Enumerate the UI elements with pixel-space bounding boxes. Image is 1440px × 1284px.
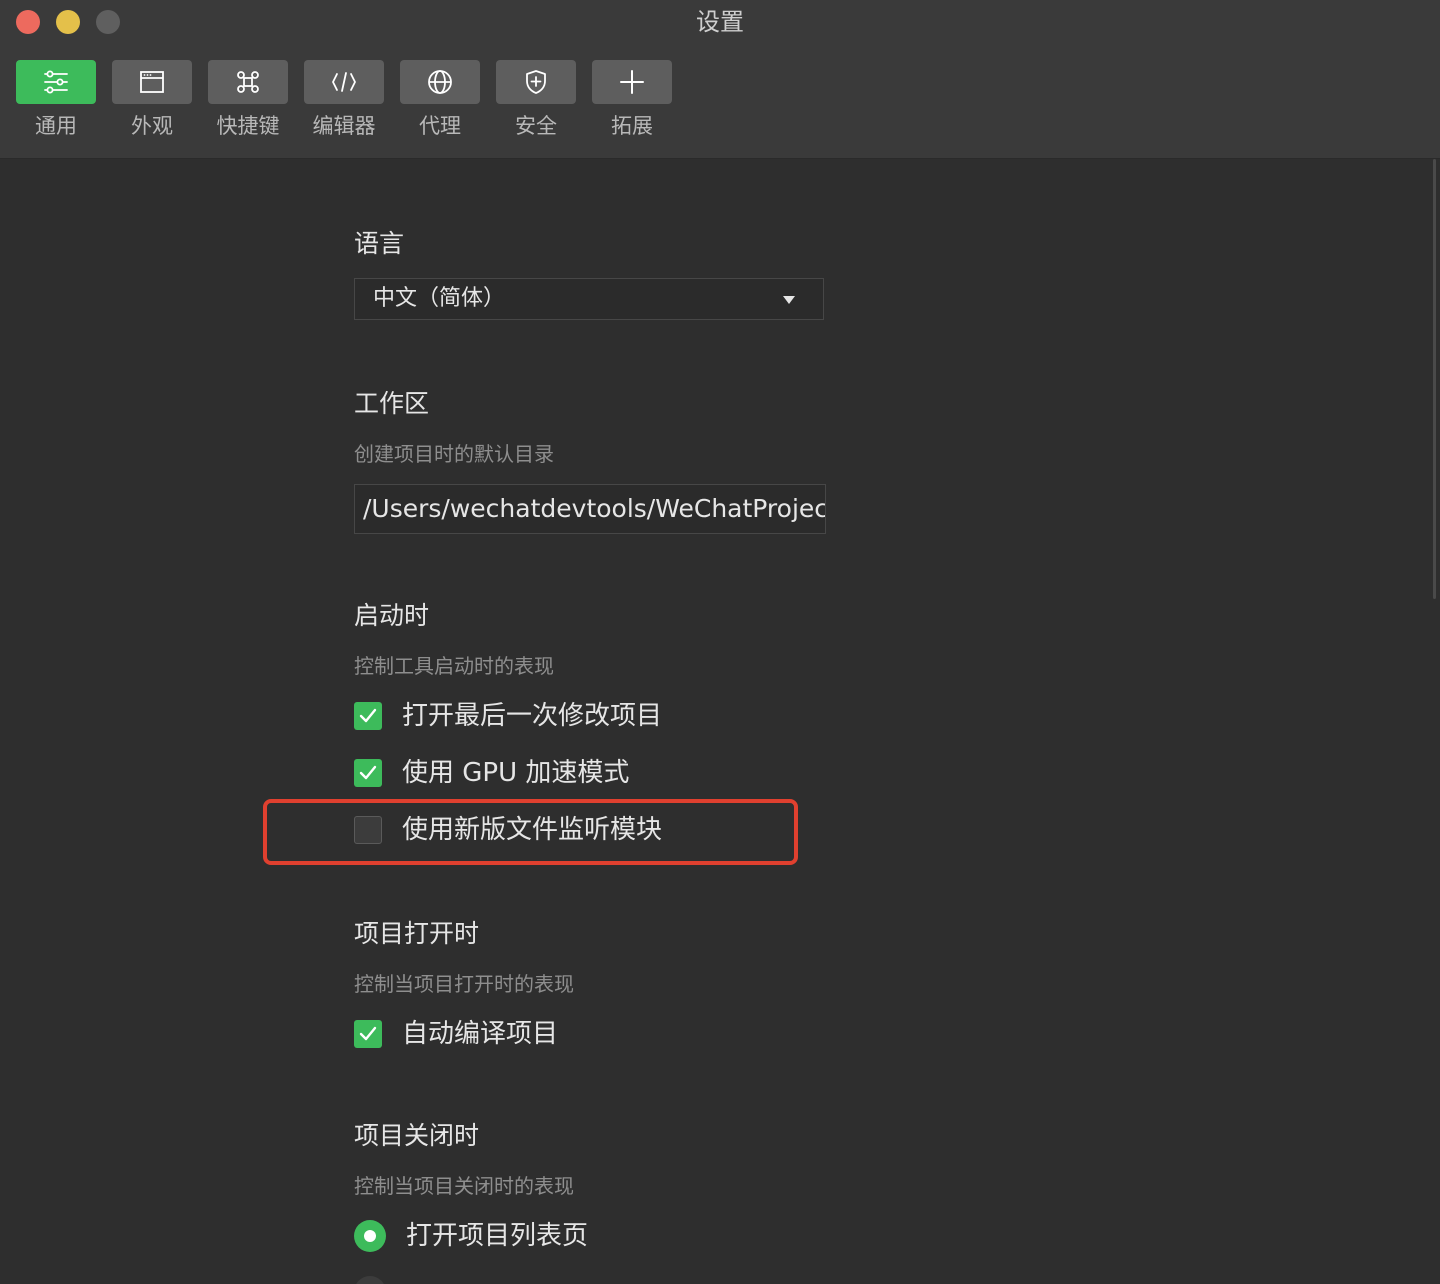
checkbox-label: 打开最后一次修改项目: [402, 701, 663, 731]
project-open-description: 控制当项目打开时的表现: [354, 972, 574, 996]
language-select[interactable]: 中文（简体）: [354, 278, 824, 320]
startup-heading: 启动时: [354, 601, 430, 630]
workspace-path-input[interactable]: /Users/wechatdevtools/WeChatProjects: [354, 484, 826, 534]
settings-content: 语言 中文（简体） 工作区 创建项目时的默认目录 /Users/wechatde…: [0, 159, 1440, 1284]
tab-general[interactable]: 通用: [16, 60, 96, 140]
project-close-description: 控制当项目关闭时的表现: [354, 1174, 574, 1198]
settings-toolbar: 通用 外观 快捷键 编辑器 代理 安全 拓展: [0, 44, 1440, 159]
caret-down-icon: [783, 296, 795, 304]
tab-extensions-button[interactable]: [592, 60, 672, 104]
tab-security[interactable]: 安全: [496, 60, 576, 140]
tab-shortcuts-button[interactable]: [208, 60, 288, 104]
tab-general-button[interactable]: [16, 60, 96, 104]
radio-next-option[interactable]: [354, 1276, 386, 1284]
tab-proxy[interactable]: 代理: [400, 60, 480, 140]
checkbox-label: 自动编译项目: [402, 1019, 559, 1049]
tab-proxy-button[interactable]: [400, 60, 480, 104]
tab-appearance-button[interactable]: [112, 60, 192, 104]
settings-window: 设置 通用 外观 快捷键 编辑器 代理 安全 拓展 语言 中文（简体） 工作区 …: [0, 0, 1440, 1284]
tab-security-label: 安全: [515, 114, 557, 138]
tab-appearance-label: 外观: [131, 114, 173, 138]
scrollbar[interactable]: [1433, 159, 1436, 599]
sliders-icon: [44, 70, 68, 94]
window-icon: [140, 71, 164, 93]
tab-security-button[interactable]: [496, 60, 576, 104]
radio-open-project-list[interactable]: 打开项目列表页: [354, 1220, 588, 1252]
tab-editor[interactable]: 编辑器: [304, 60, 384, 140]
radio-selected[interactable]: [354, 1220, 386, 1252]
shield-icon: [526, 70, 546, 94]
tab-appearance[interactable]: 外观: [112, 60, 192, 140]
checkbox-open-last-project[interactable]: 打开最后一次修改项目: [354, 700, 662, 732]
checkmark-icon: [359, 765, 377, 780]
checkbox-label: 使用新版文件监听模块: [402, 815, 663, 845]
language-heading: 语言: [354, 229, 405, 258]
tab-proxy-label: 代理: [419, 114, 461, 138]
command-key-icon: [237, 71, 259, 93]
checkbox-checked[interactable]: [354, 1020, 382, 1048]
checkbox-checked[interactable]: [354, 759, 382, 787]
tab-extensions-label: 拓展: [611, 114, 653, 138]
project-open-heading: 项目打开时: [354, 919, 480, 948]
radio-label: 打开项目列表页: [406, 1221, 589, 1251]
globe-icon: [428, 70, 452, 94]
workspace-description: 创建项目时的默认目录: [354, 442, 554, 466]
tab-extensions[interactable]: 拓展: [592, 60, 672, 140]
checkbox-new-file-watcher[interactable]: 使用新版文件监听模块: [354, 814, 662, 846]
title-bar: 设置: [0, 0, 1440, 44]
checkmark-icon: [359, 1026, 377, 1041]
tab-shortcuts[interactable]: 快捷键: [208, 60, 288, 140]
project-close-heading: 项目关闭时: [354, 1121, 480, 1150]
checkbox-unchecked[interactable]: [354, 816, 382, 844]
code-icon: [332, 72, 356, 92]
checkbox-label: 使用 GPU 加速模式: [402, 758, 630, 788]
tab-general-label: 通用: [35, 114, 77, 138]
checkbox-gpu-acceleration[interactable]: 使用 GPU 加速模式: [354, 757, 629, 789]
language-select-value: 中文（简体）: [373, 286, 506, 311]
tab-editor-label: 编辑器: [312, 114, 376, 138]
plus-icon: [620, 70, 644, 94]
tab-editor-button[interactable]: [304, 60, 384, 104]
tab-shortcuts-label: 快捷键: [216, 114, 280, 138]
checkmark-icon: [359, 708, 377, 723]
radio-unselected[interactable]: [354, 1276, 386, 1284]
startup-description: 控制工具启动时的表现: [354, 654, 554, 678]
workspace-heading: 工作区: [354, 389, 430, 418]
checkbox-checked[interactable]: [354, 702, 382, 730]
checkbox-auto-compile[interactable]: 自动编译项目: [354, 1018, 558, 1050]
window-title: 设置: [696, 8, 744, 36]
